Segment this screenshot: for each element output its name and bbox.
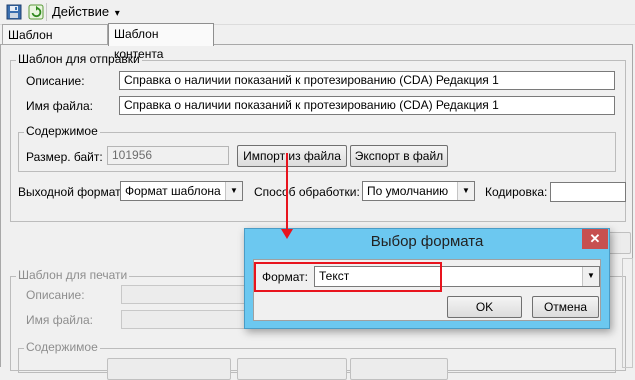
- print-description-input: [121, 285, 251, 304]
- tab-document-template[interactable]: Шаблон документа: [2, 24, 108, 62]
- print-import-button: [107, 358, 231, 380]
- annotation-arrow-head: [281, 229, 293, 239]
- size-label: Размер. байт:: [26, 150, 103, 164]
- print-action-button: [350, 358, 448, 380]
- processing-label: Способ обработки:: [254, 185, 360, 199]
- output-format-label: Выходной формат:: [18, 185, 124, 199]
- processing-select[interactable]: По умолчанию ▼: [362, 181, 475, 201]
- export-to-file-button[interactable]: Экспорт в файл: [350, 145, 448, 167]
- save-icon[interactable]: [6, 4, 22, 20]
- print-export-button: [237, 358, 347, 380]
- dialog-title: Выбор формата: [370, 233, 484, 250]
- refresh-icon[interactable]: [28, 4, 44, 20]
- output-format-value: Формат шаблона: [125, 184, 221, 198]
- description-label: Описание:: [26, 74, 85, 88]
- tab-content-template[interactable]: Шаблон контента: [108, 23, 214, 61]
- encoding-input[interactable]: [550, 182, 626, 202]
- chevron-down-icon[interactable]: ▼: [225, 182, 242, 200]
- close-icon[interactable]: ✕: [582, 229, 608, 249]
- cancel-button[interactable]: Отмена: [532, 296, 599, 318]
- content-legend: Содержимое: [24, 124, 100, 138]
- chevron-down-icon: ▾: [114, 8, 120, 19]
- filename-label: Имя файла:: [26, 99, 93, 113]
- print-description-label: Описание:: [26, 288, 85, 302]
- tab-label: Шаблон контента: [114, 27, 164, 61]
- print-template-legend: Шаблон для печати: [16, 268, 130, 282]
- annotation-arrow: [286, 153, 288, 231]
- tab-strip: Шаблон документа Шаблон контента: [0, 23, 635, 62]
- processing-value: По умолчанию: [367, 184, 449, 198]
- size-input: 101956: [107, 146, 229, 165]
- filename-input[interactable]: Справка о наличии показаний к протезиров…: [119, 96, 615, 115]
- description-input[interactable]: Справка о наличии показаний к протезиров…: [119, 71, 615, 90]
- encoding-label: Кодировка:: [485, 185, 548, 199]
- right-side-block: [622, 258, 633, 368]
- print-content-legend: Содержимое: [24, 340, 100, 354]
- format-highlight: [254, 262, 442, 292]
- toolbar-separator: [46, 3, 47, 21]
- import-from-file-button[interactable]: Импорт из файла: [237, 145, 347, 167]
- toolbar: Действие ▾: [0, 0, 635, 25]
- print-filename-input: [121, 310, 251, 329]
- ok-button[interactable]: OK: [447, 296, 522, 318]
- chevron-down-icon[interactable]: ▼: [582, 267, 599, 286]
- output-format-select[interactable]: Формат шаблона ▼: [120, 181, 243, 201]
- action-menu-label: Действие: [52, 4, 110, 19]
- print-filename-label: Имя файла:: [26, 313, 93, 327]
- action-menu[interactable]: Действие ▾: [52, 4, 120, 19]
- chevron-down-icon[interactable]: ▼: [457, 182, 474, 200]
